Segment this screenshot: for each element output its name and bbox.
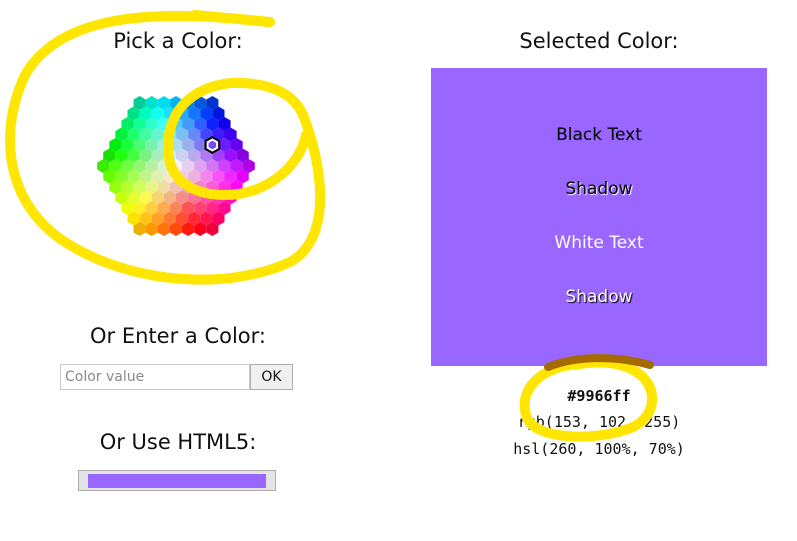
color-preview-panel: Black Text Shadow White Text Shadow (431, 68, 767, 366)
enter-color-heading: Or Enter a Color: (90, 324, 266, 348)
white-text-sample: White Text (554, 233, 644, 253)
hex-value: #9966ff (567, 387, 631, 405)
pick-color-heading: Pick a Color: (113, 29, 243, 53)
html5-heading: Or Use HTML5: (99, 430, 257, 454)
color-value-input[interactable] (60, 364, 250, 390)
selected-color-heading: Selected Color: (519, 29, 679, 53)
white-shadow-sample: Shadow (565, 287, 633, 307)
html5-color-swatch (88, 474, 266, 488)
ok-button[interactable]: OK (250, 364, 293, 390)
black-text-sample: Black Text (556, 125, 642, 145)
black-shadow-sample: Shadow (565, 179, 633, 199)
rgb-value: rgb(153, 102, 255) (517, 413, 681, 431)
html5-color-input[interactable] (78, 470, 276, 491)
hsl-value: hsl(260, 100%, 70%) (513, 440, 685, 458)
